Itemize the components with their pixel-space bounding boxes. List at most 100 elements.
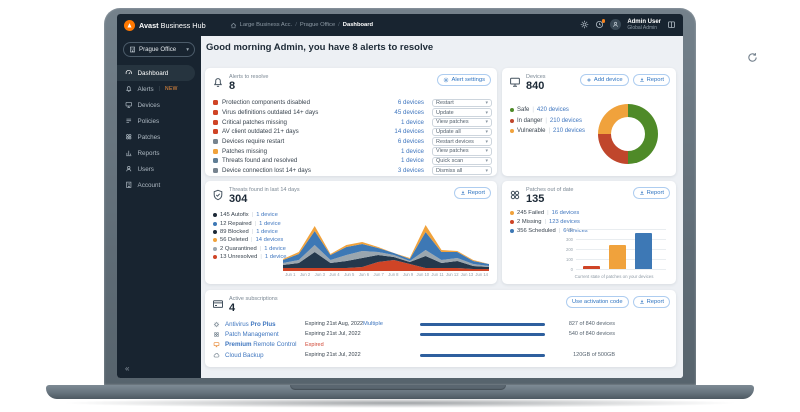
alert-devices-link[interactable]: 1 device: [401, 157, 424, 164]
patches-icon: [509, 188, 521, 200]
sidebar-item-users[interactable]: Users: [117, 161, 195, 177]
breadcrumb-separator: /: [338, 22, 340, 28]
sidebar-item-dashboard[interactable]: Dashboard: [117, 65, 195, 81]
threats-report-button[interactable]: Report: [453, 187, 491, 199]
legend-label: Safe: [517, 107, 530, 114]
alert-action-dropdown[interactable]: Update all ▾: [432, 127, 492, 137]
user-icon: [125, 165, 133, 173]
notification-badge: [601, 19, 606, 23]
legend-dot-icon: [213, 213, 217, 218]
subscriptions-report-button[interactable]: Report: [632, 296, 670, 308]
alert-action-dropdown[interactable]: Restart devices ▾: [432, 137, 492, 146]
legend-separator: |: [251, 228, 254, 235]
user-menu[interactable]: Admin User Global Admin: [627, 19, 661, 32]
sidebar-item-devices[interactable]: Devices: [117, 97, 195, 113]
legend-separator: |: [259, 245, 262, 252]
x-axis-tick-label: Jun 3: [314, 272, 325, 277]
legend-row: 13 Unresolved | 1 device: [213, 253, 287, 261]
alert-settings-button[interactable]: Alert settings: [437, 74, 491, 86]
alert-action-dropdown[interactable]: Restart ▾: [432, 98, 492, 108]
y-axis-tick-label: 0: [570, 266, 573, 272]
alert-action-dropdown[interactable]: Quick scan ▾: [432, 156, 492, 166]
sidebar-item-alerts[interactable]: Alerts | NEW: [117, 81, 195, 97]
breadcrumb-item[interactable]: Large Business Acc.: [240, 22, 293, 28]
alert-devices-link[interactable]: 14 devices: [394, 128, 424, 135]
chevron-down-icon: ▾: [485, 167, 488, 174]
alerts-count: 8: [229, 80, 236, 92]
subscription-multiple-link[interactable]: Multiple: [363, 321, 420, 327]
legend-row: 145 Autofix | 1 device: [213, 211, 287, 219]
refresh-icon[interactable]: [747, 50, 758, 62]
legend-separator: |: [251, 212, 254, 219]
alert-action-dropdown[interactable]: View patches ▾: [432, 117, 492, 127]
x-axis-tick-label: Jun 1: [285, 272, 296, 277]
sidebar-nav: Dashboard Alerts | NEW Devices Policies Patche…: [117, 65, 201, 193]
alert-devices-link[interactable]: 3 devices: [398, 167, 424, 174]
subscription-name-link[interactable]: Antivirus Pro Plus: [225, 321, 305, 328]
legend-label: 245 Failed: [517, 209, 545, 216]
legend-separator: |: [548, 128, 551, 135]
legend-devices-link[interactable]: 14 devices: [256, 237, 284, 243]
sidebar-item-account[interactable]: Account: [117, 177, 195, 193]
chevron-down-icon: ▾: [186, 46, 189, 53]
alert-text: Devices require restart: [222, 138, 285, 146]
legend-devices-link[interactable]: 1 device: [256, 212, 278, 218]
alert-severity-icon: [213, 100, 218, 106]
avatar[interactable]: [610, 19, 622, 31]
settings-gear-icon[interactable]: [580, 20, 589, 29]
legend-dot-icon: [510, 118, 514, 123]
use-activation-code-button[interactable]: Use activation code: [566, 296, 629, 308]
legend-devices-link[interactable]: 16 devices: [552, 210, 580, 216]
alert-action-dropdown[interactable]: Update ▾: [432, 108, 492, 117]
subscription-name-link[interactable]: Cloud Backup: [225, 352, 305, 359]
alert-devices-link[interactable]: 6 devices: [398, 138, 424, 145]
page-title: Good morning Admin, you have 8 alerts to…: [206, 42, 434, 53]
reports-icon: [125, 149, 133, 157]
site-selector[interactable]: Prague Office ▾: [123, 42, 195, 57]
subscription-row: Patch Management Expiring 21st Jul, 2022 5…: [205, 329, 676, 339]
alert-severity-icon: [213, 168, 218, 174]
laptop-shadow: [60, 398, 740, 408]
legend-devices-link[interactable]: 1 device: [259, 221, 281, 227]
home-icon: [230, 22, 237, 29]
alert-row: Virus definitions outdated 14+ days 45 de…: [213, 108, 492, 118]
sidebar-item-reports[interactable]: Reports: [117, 145, 195, 161]
legend-devices-link[interactable]: 420 devices: [537, 107, 569, 113]
dashboard-screen: Avast Business Hub Large Business Acc. / P…: [117, 14, 683, 378]
legend-devices-link[interactable]: 210 devices: [553, 128, 585, 134]
legend-row: 2 Missing | 123 devices: [510, 217, 588, 226]
legend-devices-link[interactable]: 123 devices: [549, 219, 580, 225]
add-device-button[interactable]: Add device: [579, 74, 629, 86]
breadcrumb-item[interactable]: Dashboard: [343, 22, 373, 28]
progress-bar: [420, 353, 545, 357]
alert-devices-link[interactable]: 1 device: [401, 148, 424, 155]
patches-count: 135: [526, 193, 545, 205]
subscription-expiry: Expiring 21st Jul, 2022: [305, 331, 361, 338]
alert-devices-link[interactable]: 6 devices: [398, 99, 424, 106]
chevron-down-icon: ▾: [485, 148, 488, 155]
subscription-name-link[interactable]: Premium Remote Control: [225, 341, 305, 348]
bar-scheduled: [635, 233, 652, 269]
gridline: [576, 239, 666, 240]
alert-devices-link[interactable]: 1 device: [401, 119, 424, 126]
alert-devices-link[interactable]: 45 devices: [394, 109, 424, 116]
breadcrumb-item[interactable]: Prague Office: [300, 22, 335, 28]
bar-missing: [583, 266, 600, 269]
console-switcher-icon[interactable]: [667, 20, 676, 29]
alert-action-dropdown[interactable]: Dismiss all ▾: [432, 166, 492, 175]
devices-report-button[interactable]: Report: [632, 74, 670, 86]
subscription-usage: 540 of 840 devices: [568, 331, 615, 338]
sidebar-item-policies[interactable]: Policies: [117, 113, 195, 129]
sidebar-item-patches[interactable]: Patches: [117, 129, 195, 145]
legend-devices-link[interactable]: 1 device: [256, 229, 278, 235]
alert-action-dropdown[interactable]: View patches ▾: [432, 146, 492, 156]
legend-devices-link[interactable]: 210 devices: [550, 118, 582, 124]
alert-row: AV client outdated 21+ days 14 devices Upd…: [213, 127, 492, 137]
hero-canvas: Avast Business Hub Large Business Acc. / P…: [0, 0, 800, 412]
patches-report-button[interactable]: Report: [632, 187, 670, 199]
notifications-icon[interactable]: [595, 19, 606, 29]
account-icon: [125, 181, 133, 189]
sidebar-collapse-icon[interactable]: «: [125, 364, 129, 373]
subscription-name-link[interactable]: Patch Management: [225, 331, 305, 338]
subscription-card-icon: [212, 297, 224, 309]
